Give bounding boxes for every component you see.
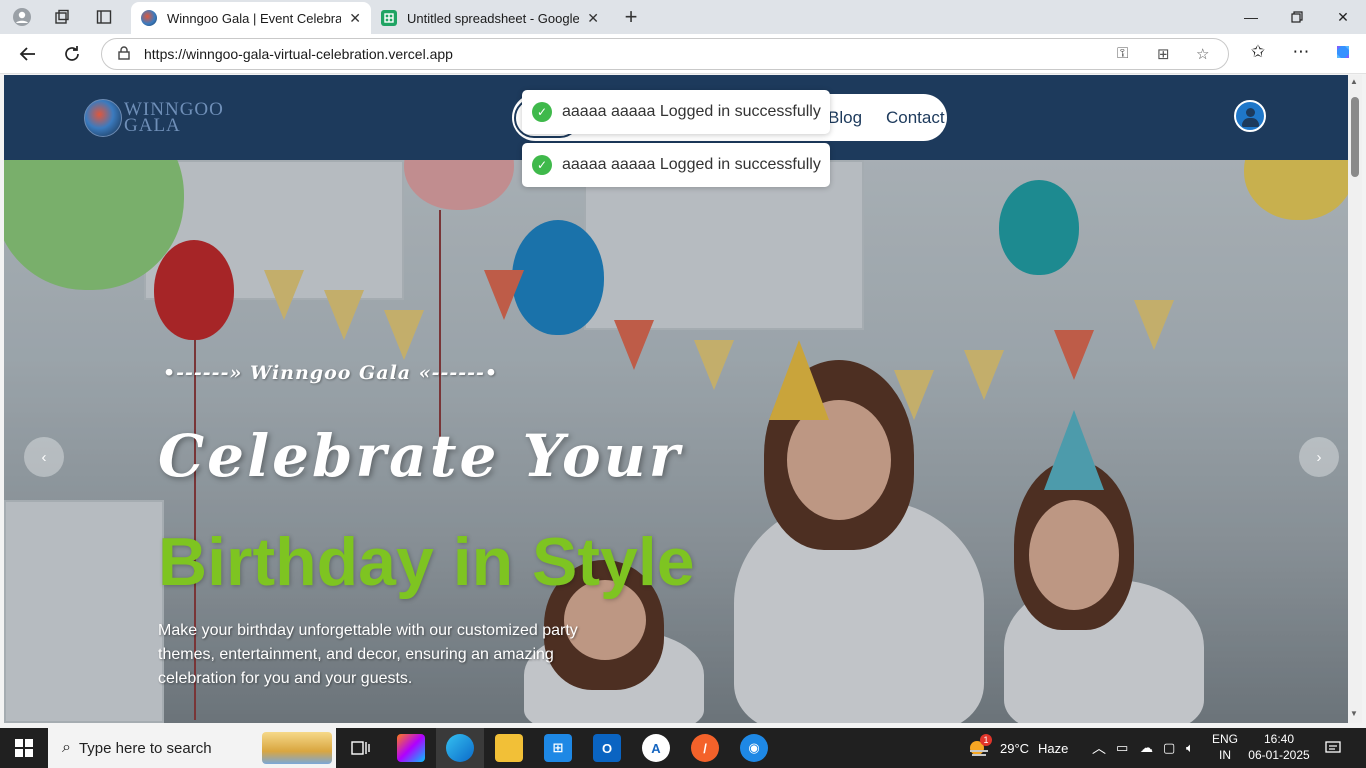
windows-logo-icon bbox=[15, 739, 33, 757]
carousel-next-button[interactable]: › bbox=[1299, 437, 1339, 477]
close-tab-icon[interactable]: ✕ bbox=[341, 10, 361, 27]
nav-link-contact[interactable]: Contact bbox=[886, 108, 945, 128]
clock-date: 06-01-2025 bbox=[1248, 748, 1310, 762]
success-check-icon: ✓ bbox=[532, 155, 552, 175]
hero-description: Make your birthday unforgettable with ou… bbox=[158, 622, 578, 687]
network-icon[interactable]: ▢ bbox=[1163, 728, 1175, 768]
tab-title: Untitled spreadsheet - Google Sh bbox=[407, 10, 580, 26]
weather-temperature: 29°C bbox=[1000, 740, 1030, 756]
tab-title: Winngoo Gala | Event Celebration bbox=[167, 10, 342, 26]
url-text[interactable]: https://winngoo-gala-virtual-celebration… bbox=[144, 46, 453, 62]
success-check-icon: ✓ bbox=[532, 102, 552, 122]
restore-icon[interactable] bbox=[1277, 6, 1317, 28]
scrollbar-thumb[interactable] bbox=[1351, 97, 1359, 177]
language-indicator[interactable]: ENG IN bbox=[1203, 731, 1247, 763]
browser-tab-strip: Winngoo Gala | Event Celebration ✕ Untit… bbox=[0, 0, 1366, 34]
language-code: ENG bbox=[1211, 732, 1238, 746]
site-globe-icon bbox=[141, 10, 157, 26]
copilot-icon[interactable] bbox=[1330, 42, 1356, 67]
page-scrollbar[interactable]: ▲ ▼ bbox=[1348, 75, 1362, 723]
lock-icon[interactable] bbox=[118, 45, 130, 63]
weather-widget[interactable]: 1 29°C Haze bbox=[968, 728, 1068, 768]
refresh-icon[interactable] bbox=[57, 40, 87, 68]
outlook-icon[interactable]: O bbox=[593, 734, 621, 762]
site-logo[interactable]: WINNGOO GALA bbox=[84, 99, 224, 137]
toast-notification[interactable]: ✓ aaaaa aaaaa Logged in successfully bbox=[522, 143, 830, 187]
user-account-icon[interactable] bbox=[1234, 100, 1266, 132]
clock[interactable]: 16:40 06-01-2025 bbox=[1244, 731, 1314, 763]
scroll-down-icon[interactable]: ▼ bbox=[1350, 709, 1358, 718]
tab-google-sheets[interactable]: Untitled spreadsheet - Google Sh ✕ bbox=[371, 2, 609, 34]
close-window-icon[interactable]: ✕ bbox=[1323, 6, 1363, 28]
tab-actions-icon[interactable] bbox=[90, 4, 118, 30]
file-explorer-icon[interactable] bbox=[495, 734, 523, 762]
weather-description: Haze bbox=[1038, 740, 1069, 756]
weather-badge: 1 bbox=[980, 734, 992, 746]
page-viewport: WINNGOO GALA Blog Contact •------» Winng… bbox=[4, 75, 1348, 723]
google-sheets-icon bbox=[381, 10, 397, 26]
app-a-icon[interactable]: A bbox=[642, 734, 670, 762]
speaker-muted-icon[interactable]: 🔈︎ bbox=[1186, 728, 1194, 768]
hero-tagline: •------» Winngoo Gala «------• bbox=[163, 362, 499, 384]
logo-text-line2: GALA bbox=[124, 115, 181, 136]
address-bar-row: https://winngoo-gala-virtual-celebration… bbox=[0, 34, 1366, 74]
hero-heading-line2: Birthday in Style bbox=[158, 524, 695, 600]
scroll-up-icon[interactable]: ▲ bbox=[1350, 77, 1358, 86]
search-highlight-image bbox=[262, 732, 332, 764]
show-hidden-icons-icon[interactable]: ︿ bbox=[1092, 728, 1106, 768]
toast-message: aaaaa aaaaa Logged in successfully bbox=[562, 156, 821, 173]
onedrive-icon[interactable]: ☁ bbox=[1140, 728, 1153, 768]
close-tab-icon[interactable]: ✕ bbox=[579, 10, 599, 27]
windows-taskbar: ⌕ Type here to search ⊞ O A / ◉ 1 29°C H… bbox=[0, 728, 1366, 768]
meet-now-icon[interactable]: ▭ bbox=[1116, 728, 1128, 768]
new-tab-button[interactable]: + bbox=[617, 4, 645, 30]
toast-message: aaaaa aaaaa Logged in successfully bbox=[562, 103, 821, 120]
toast-notification[interactable]: ✓ aaaaa aaaaa Logged in successfully bbox=[522, 90, 830, 134]
hero-heading-line1: Celebrate Your bbox=[158, 422, 683, 490]
notifications-icon[interactable] bbox=[1325, 728, 1341, 768]
favorite-star-icon[interactable]: ☆ bbox=[1196, 45, 1209, 63]
copilot-taskbar-icon[interactable] bbox=[397, 734, 425, 762]
taskbar-search-box[interactable]: ⌕ Type here to search bbox=[48, 728, 336, 768]
task-view-icon[interactable] bbox=[347, 734, 375, 762]
url-bar[interactable]: https://winngoo-gala-virtual-celebration… bbox=[101, 38, 1229, 70]
start-button[interactable] bbox=[0, 728, 48, 768]
app-available-icon[interactable]: ⊞ bbox=[1157, 45, 1170, 63]
tab-winngoo-gala[interactable]: Winngoo Gala | Event Celebration ✕ bbox=[131, 2, 371, 34]
language-region: IN bbox=[1219, 748, 1231, 762]
app-blue-circle-icon[interactable]: ◉ bbox=[740, 734, 768, 762]
profile-icon[interactable] bbox=[8, 4, 36, 30]
clock-time: 16:40 bbox=[1263, 732, 1295, 746]
search-placeholder: Type here to search bbox=[78, 739, 212, 757]
paint-brush-app-icon[interactable]: / bbox=[691, 734, 719, 762]
workspaces-icon[interactable] bbox=[48, 4, 76, 30]
weather-sun-icon: 1 bbox=[968, 734, 992, 757]
back-icon[interactable] bbox=[13, 40, 43, 68]
logo-globe-icon bbox=[84, 99, 122, 137]
nav-link-blog[interactable]: Blog bbox=[828, 108, 862, 128]
edge-browser-icon[interactable] bbox=[446, 734, 474, 762]
search-icon: ⌕ bbox=[62, 739, 71, 756]
microsoft-store-icon[interactable]: ⊞ bbox=[544, 734, 572, 762]
more-menu-icon[interactable]: ⋯ bbox=[1288, 42, 1314, 62]
carousel-prev-button[interactable]: ‹ bbox=[24, 437, 64, 477]
favorites-icon[interactable]: ✩ bbox=[1245, 42, 1271, 62]
key-icon[interactable]: ⚿ bbox=[1117, 45, 1128, 62]
minimize-icon[interactable]: — bbox=[1231, 6, 1271, 28]
